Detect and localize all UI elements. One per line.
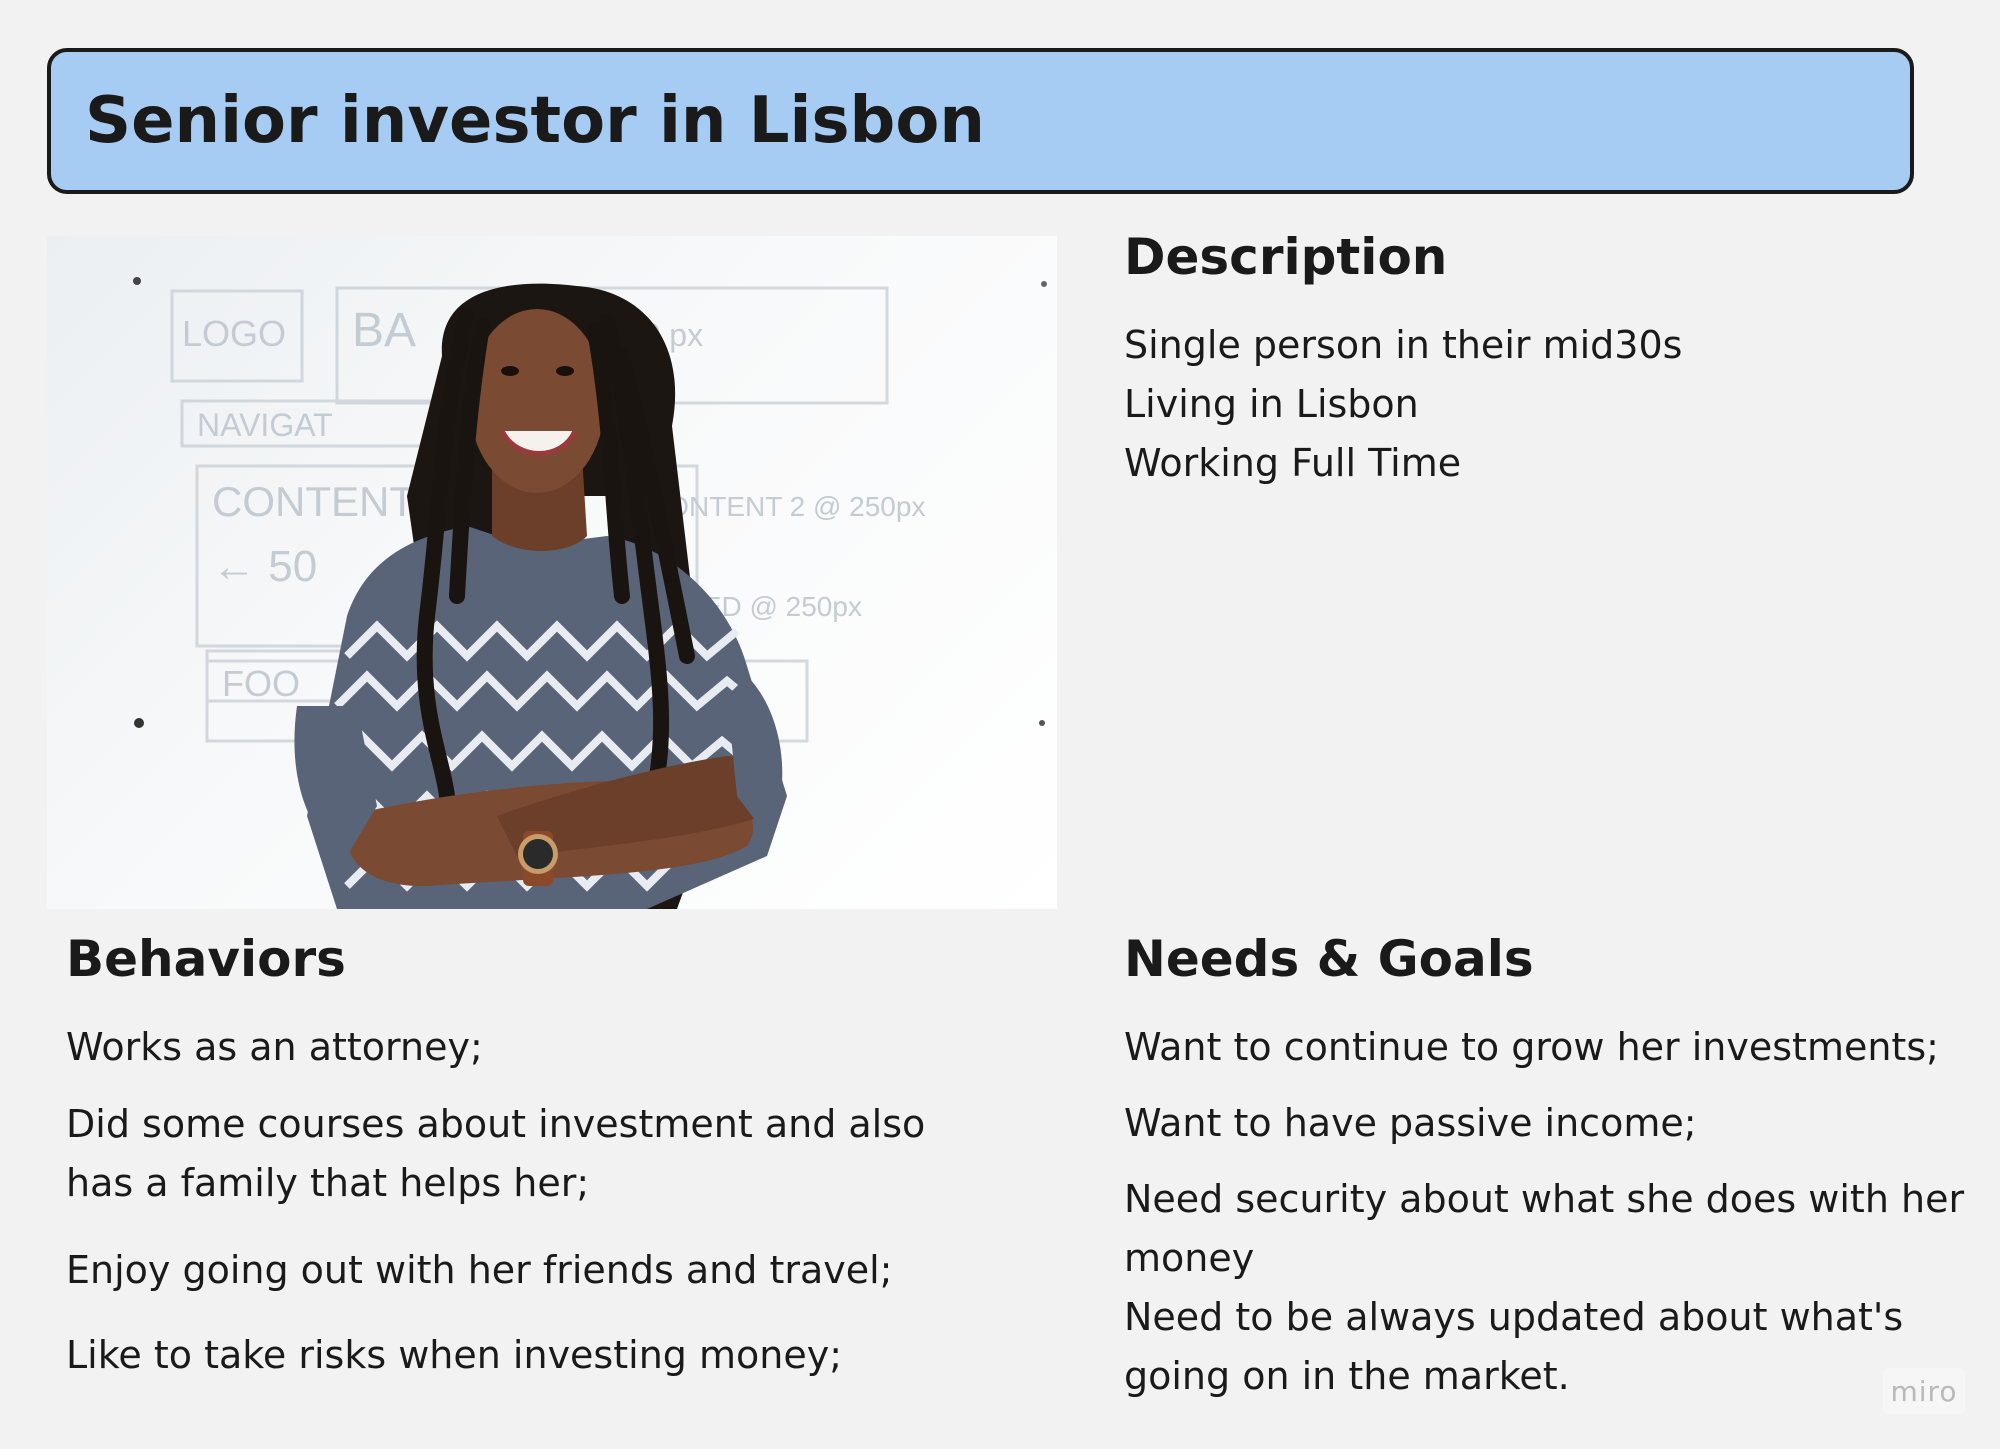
persona-photo-illustration: LOGO BA 500 px NAVIGAT CONTENT CONTENT 2… bbox=[133, 277, 1047, 909]
needs-goals-line: Want to continue to grow her investments… bbox=[1124, 1025, 1939, 1069]
svg-text:CONTENT: CONTENT bbox=[212, 478, 415, 525]
face bbox=[469, 309, 605, 493]
svg-text:FOO: FOO bbox=[222, 663, 300, 704]
needs-goals-heading: Needs & Goals bbox=[1124, 930, 1534, 988]
eye-left bbox=[501, 366, 519, 376]
svg-text:BA: BA bbox=[352, 304, 416, 357]
svg-text:CONTENT 2 @ 250px: CONTENT 2 @ 250px bbox=[647, 491, 925, 522]
behaviors-line: Works as an attorney; bbox=[66, 1025, 483, 1069]
description-line: Working Full Time bbox=[1124, 441, 1462, 485]
pin-icon bbox=[1041, 281, 1047, 287]
description-line: Single person in their mid30s bbox=[1124, 323, 1683, 367]
pin-icon bbox=[133, 277, 141, 285]
needs-goals-line: Want to have passive income; bbox=[1124, 1101, 1697, 1145]
behaviors-line: has a family that helps her; bbox=[66, 1161, 590, 1205]
svg-text:NAVIGAT: NAVIGAT bbox=[197, 407, 333, 443]
needs-goals-line: Need security about what she does with h… bbox=[1124, 1177, 1965, 1221]
needs-goals-line: going on in the market. bbox=[1124, 1354, 1570, 1398]
pin-icon bbox=[134, 718, 144, 728]
persona-photo: LOGO BA 500 px NAVIGAT CONTENT CONTENT 2… bbox=[47, 236, 1057, 909]
eye-right bbox=[556, 366, 574, 376]
svg-text:← 50: ← 50 bbox=[212, 542, 317, 591]
behaviors-heading: Behaviors bbox=[66, 930, 346, 988]
behaviors-line: Like to take risks when investing money; bbox=[66, 1333, 842, 1377]
svg-text:LOGO: LOGO bbox=[182, 313, 286, 354]
behaviors-line: Did some courses about investment and al… bbox=[66, 1102, 926, 1146]
title-banner: Senior investor in Lisbon bbox=[47, 48, 1914, 194]
pin-icon bbox=[1039, 720, 1045, 726]
needs-goals-line: Need to be always updated about what's bbox=[1124, 1295, 1904, 1339]
persona-card: Senior investor in Lisbon LOGO BA 500 px bbox=[0, 0, 2000, 1449]
behaviors-line: Enjoy going out with her friends and tra… bbox=[66, 1248, 893, 1292]
needs-goals-line: money bbox=[1124, 1236, 1255, 1280]
page-title: Senior investor in Lisbon bbox=[85, 84, 985, 158]
miro-watermark: miro bbox=[1883, 1368, 1965, 1414]
description-heading: Description bbox=[1124, 228, 1448, 286]
description-line: Living in Lisbon bbox=[1124, 382, 1419, 426]
